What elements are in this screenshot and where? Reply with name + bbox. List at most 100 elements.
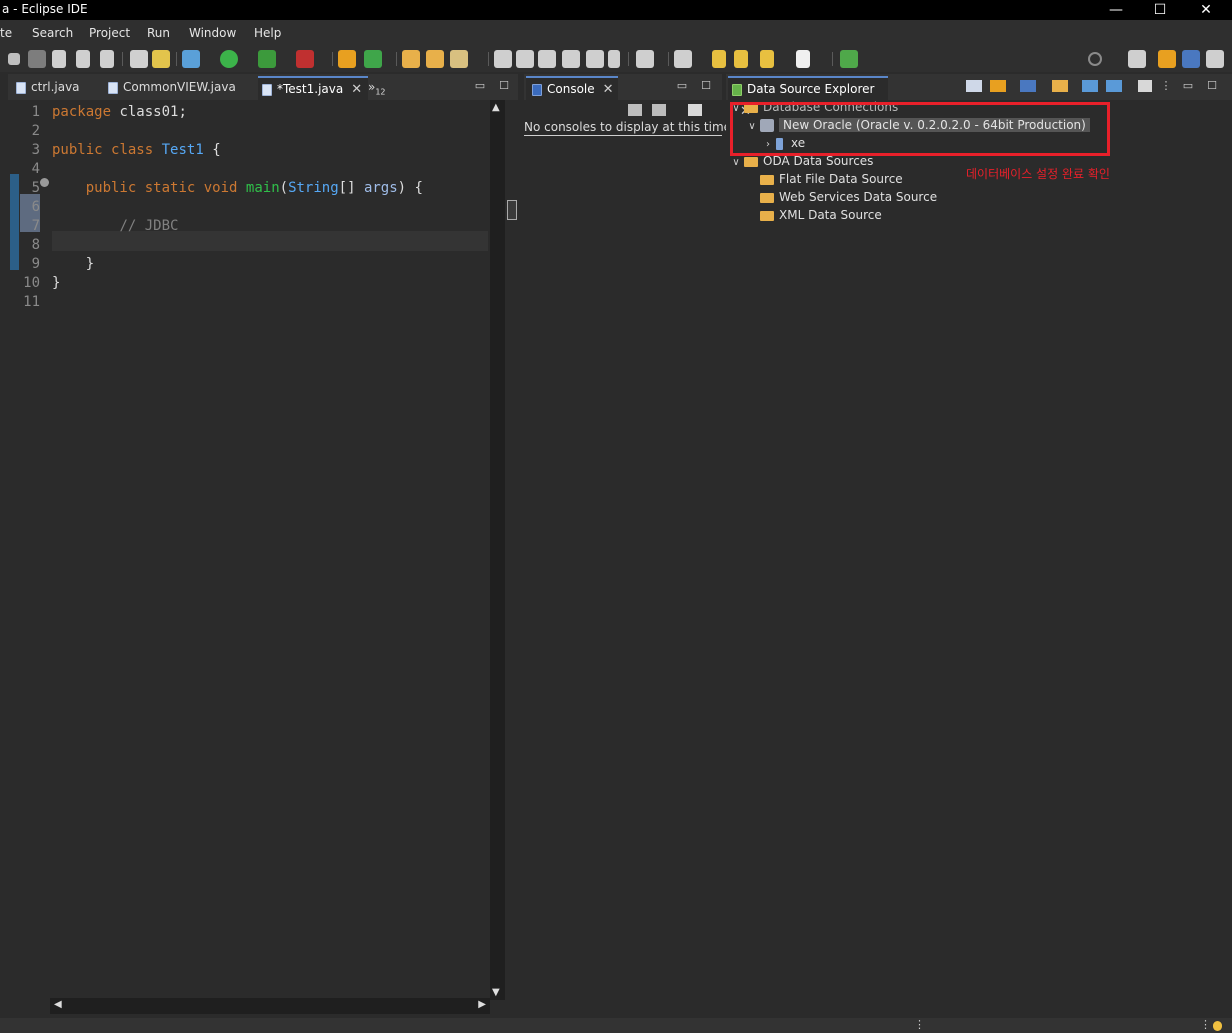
tree-xml-data-source[interactable]: XML Data Source [758,206,882,224]
code-line[interactable]: 3 public class Test1 { [8,142,488,161]
pilcrow-icon[interactable] [608,50,620,68]
menu-navigate[interactable]: te [0,26,12,40]
word-wrap-icon[interactable] [538,50,556,68]
tree-web-services-data-source[interactable]: Web Services Data Source [758,188,937,206]
code-line[interactable]: 4 [8,161,488,180]
close-tab-icon[interactable]: ✕ [351,79,362,101]
status-menu-icon[interactable]: ⋮ [914,1018,925,1031]
tab-ctrl-java[interactable]: ctrl.java [16,76,106,100]
open-perspective-icon[interactable] [840,50,858,68]
maximize-button[interactable]: ☐ [1138,0,1182,20]
minimize-icon[interactable]: ▭ [676,80,688,92]
console-panel: Console ✕ ▭ ☐ No consoles to display at t… [524,74,735,1018]
toolbar-separator [668,52,669,66]
code-line[interactable]: 5 public static void main(String[] args)… [8,180,488,199]
horizontal-scrollbar[interactable]: ◀ ▶ [50,998,490,1014]
code-line[interactable]: 8 [8,237,488,256]
annotations-icon[interactable] [586,50,604,68]
terminate-icon[interactable] [130,50,148,68]
toggle-block-selection-icon[interactable] [516,50,534,68]
new-connection-icon[interactable] [1052,80,1068,92]
maximize-icon[interactable]: ☐ [1206,80,1218,92]
properties-icon[interactable] [1138,80,1152,92]
code-line[interactable]: 11 [8,294,488,313]
next-annotation-icon[interactable] [636,50,654,68]
new-java-class-icon[interactable] [364,50,382,68]
step-into-icon[interactable] [52,50,66,68]
scroll-down-icon[interactable]: ▼ [492,987,500,998]
menu-window[interactable]: Window [189,26,236,40]
tab-commonview-java[interactable]: CommonVIEW.java [108,76,258,100]
tab-test1-java[interactable]: *Test1.java ✕ [258,76,368,100]
step-over-icon[interactable] [76,50,90,68]
toggle-mark-occurrences-icon[interactable] [494,50,512,68]
last-edit-icon[interactable] [712,50,726,68]
run-icon[interactable] [220,50,238,68]
minimize-button[interactable]: — [1094,0,1138,20]
pin-console-icon[interactable] [628,104,642,116]
drop-to-frame-icon[interactable] [152,50,170,68]
forward-icon[interactable] [796,50,810,68]
code-line[interactable]: 6 [8,199,488,218]
link-with-editor-icon[interactable] [990,80,1006,92]
filter-icon[interactable] [1020,80,1036,92]
maximize-icon[interactable]: ☐ [498,80,510,92]
tree-flat-file-data-source[interactable]: Flat File Data Source [758,170,903,188]
open-perspective-switch-icon[interactable] [1128,50,1146,68]
display-console-icon[interactable] [652,104,666,116]
menu-run[interactable]: Run [147,26,170,40]
maximize-icon[interactable]: ☐ [700,80,712,92]
tab-overflow[interactable]: »12 [368,76,398,100]
code-line[interactable]: 9 } [8,256,488,275]
close-tab-icon[interactable]: ✕ [603,79,614,101]
collapse-all-icon[interactable] [966,80,982,92]
step-return-icon[interactable] [100,50,114,68]
coverage-icon[interactable] [258,50,276,68]
debug-icon[interactable] [182,50,200,68]
forward-edit-icon[interactable] [734,50,748,68]
minimize-icon[interactable]: ▭ [1182,80,1194,92]
code-token: public [52,142,103,158]
new-java-project-icon[interactable] [338,50,356,68]
search-icon[interactable] [1088,52,1102,66]
scroll-right-icon[interactable]: ▶ [478,999,486,1010]
vertical-scrollbar[interactable]: ▲ ▼ [490,100,505,1000]
code-line[interactable]: 1 package class01; [8,104,488,123]
back-icon[interactable] [760,50,774,68]
menu-bar: te Search Project Run Window Help [0,20,1232,46]
menu-search[interactable]: Search [32,26,73,40]
tab-console[interactable]: Console ✕ [526,76,618,100]
java-perspective-icon[interactable] [1182,50,1200,68]
code-line[interactable]: 2 [8,123,488,142]
menu-project[interactable]: Project [89,26,130,40]
view-menu-icon[interactable]: ⋮ [1160,80,1172,92]
tab-data-source-explorer[interactable]: Data Source Explorer✕ [728,76,888,119]
debug-perspective-icon[interactable] [1206,50,1224,68]
skip-breakpoints-icon[interactable] [28,50,46,68]
external-tools-icon[interactable] [296,50,314,68]
code-token: main [245,180,280,196]
status-menu-icon[interactable]: ⋮ [1200,1018,1211,1031]
line-number: 3 [31,142,40,158]
pin-editor-icon[interactable] [674,50,692,68]
open-task-icon[interactable] [426,50,444,68]
export-icon[interactable] [1106,80,1122,92]
show-whitespace-icon[interactable] [562,50,580,68]
lightbulb-icon[interactable] [1213,1021,1222,1031]
import-icon[interactable] [1082,80,1098,92]
scroll-left-icon[interactable]: ◀ [54,999,62,1010]
open-type-icon[interactable] [402,50,420,68]
code-line[interactable]: 10} [8,275,488,294]
menu-help[interactable]: Help [254,26,281,40]
scroll-up-icon[interactable]: ▲ [492,102,500,113]
close-window-button[interactable]: ✕ [1184,0,1228,20]
code-line[interactable]: 7 // JDBC [8,218,488,237]
minimize-icon[interactable]: ▭ [474,80,486,92]
chevron-down-icon[interactable]: ∨ [730,154,742,172]
stop-icon[interactable] [8,53,20,65]
open-console-icon[interactable] [688,104,702,116]
java-ee-perspective-icon[interactable] [1158,50,1176,68]
search-toolbar-icon[interactable] [450,50,468,68]
